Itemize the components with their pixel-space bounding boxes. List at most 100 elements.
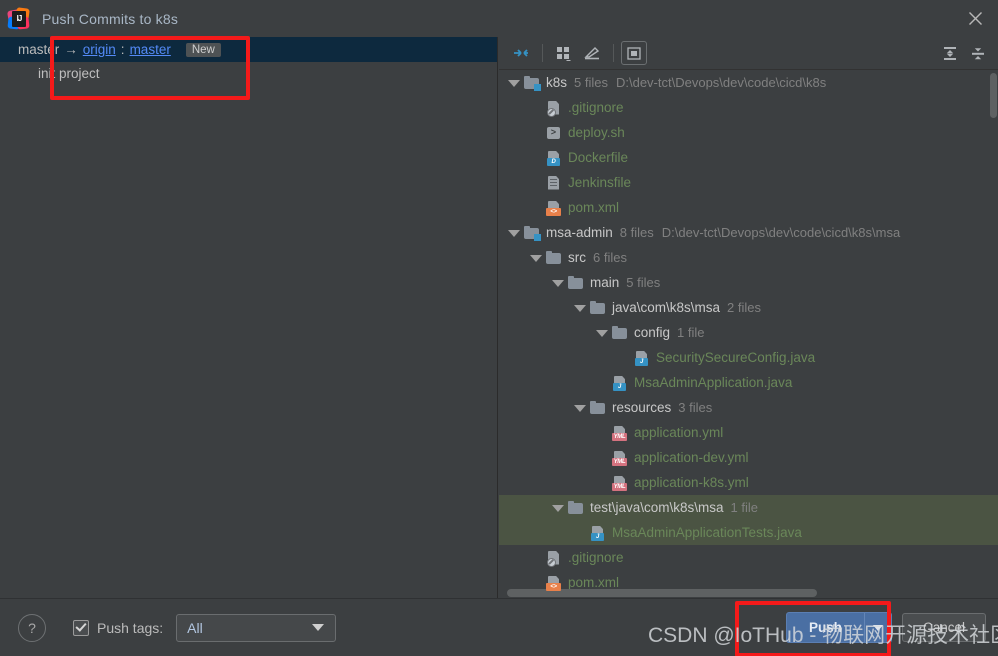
remote-branch-link[interactable]: master xyxy=(130,42,171,57)
tree-node-path: D:\dev-tct\Devops\dev\code\cicd\k8s xyxy=(615,75,827,90)
tree-folder-row[interactable]: test\java\com\k8s\msa 1 file xyxy=(499,495,998,520)
tree-folder-row[interactable]: k8s 5 files D:\dev-tct\Devops\dev\code\cic… xyxy=(499,70,998,95)
tree-node-name: Dockerfile xyxy=(568,150,629,165)
chevron-down-icon[interactable] xyxy=(507,76,520,89)
chevron-down-icon[interactable] xyxy=(507,226,520,239)
chevron-down-icon[interactable] xyxy=(529,251,542,264)
tree-node-name: application-k8s.yml xyxy=(634,475,749,490)
chevron-down-icon[interactable] xyxy=(551,276,564,289)
push-tags-select[interactable]: All xyxy=(176,613,337,642)
xml-file-icon: <> xyxy=(546,575,562,591)
toolbar-right-group xyxy=(936,40,992,66)
action-buttons: Push Cancel xyxy=(785,612,986,643)
module-folder-icon xyxy=(524,225,541,241)
push-button-dropdown[interactable] xyxy=(864,613,891,642)
tree-file-row[interactable]: .gitignore xyxy=(499,95,998,120)
commit-list-panel: master → origin : master New init projec… xyxy=(0,37,498,599)
chevron-down-icon[interactable] xyxy=(573,301,586,314)
horizontal-scrollbar[interactable] xyxy=(507,588,987,598)
tree-file-row[interactable]: .gitignore xyxy=(499,545,998,570)
expand-changes-icon[interactable] xyxy=(507,40,535,66)
new-badge: New xyxy=(185,42,221,57)
tree-node-name: application-dev.yml xyxy=(634,450,749,465)
group-by-icon[interactable] xyxy=(550,40,578,66)
tree-file-row[interactable]: Jenkinsfile xyxy=(499,170,998,195)
folder-icon xyxy=(612,325,628,341)
java-file-icon: J xyxy=(634,350,650,366)
tree-folder-row[interactable]: src 6 files xyxy=(499,245,998,270)
title-bar: IJ Push Commits to k8s xyxy=(0,0,998,37)
tree-node-name: test\java\com\k8s\msa xyxy=(590,500,724,515)
tree-node-name: k8s xyxy=(546,75,568,90)
tree-node-file-count: 5 files xyxy=(574,75,608,90)
tree-file-row[interactable]: J MsaAdminApplication.java xyxy=(499,370,998,395)
yml-file-icon: YML xyxy=(612,450,628,466)
cancel-button[interactable]: Cancel xyxy=(902,613,986,642)
folder-icon xyxy=(568,275,584,291)
help-button[interactable]: ? xyxy=(18,613,46,642)
yml-file-icon: YML xyxy=(612,425,628,441)
arrow-icon: → xyxy=(64,42,78,57)
commit-rows: init project xyxy=(0,62,497,85)
commit-row[interactable]: init project xyxy=(0,62,497,85)
remote-link[interactable]: origin xyxy=(83,42,116,57)
chevron-down-icon xyxy=(873,624,883,631)
preview-diff-icon[interactable] xyxy=(621,41,647,65)
tree-node-name: .gitignore xyxy=(568,100,624,115)
intellij-idea-icon: IJ xyxy=(6,6,30,30)
branch-selector-row[interactable]: master → origin : master New xyxy=(0,37,497,62)
chevron-down-icon xyxy=(312,624,325,631)
chevron-down-icon[interactable] xyxy=(551,501,564,514)
vertical-scrollbar-thumb[interactable] xyxy=(990,73,997,118)
dialog-footer: ? Push tags: All Push Cancel xyxy=(0,598,998,656)
tree-folder-row[interactable]: config 1 file xyxy=(499,320,998,345)
chevron-down-icon[interactable] xyxy=(595,326,608,339)
tree-file-row[interactable]: YML application-k8s.yml xyxy=(499,470,998,495)
tree-folder-row[interactable]: java\com\k8s\msa 2 files xyxy=(499,295,998,320)
jenkinsfile-icon xyxy=(546,175,562,191)
tree-node-name: SecuritySecureConfig.java xyxy=(656,350,816,365)
chevron-down-icon[interactable] xyxy=(573,401,586,414)
tree-node-name: config xyxy=(634,325,671,340)
collapse-all-icon[interactable] xyxy=(964,40,992,66)
module-folder-icon xyxy=(524,75,541,91)
tree-folder-row[interactable]: msa-admin 8 files D:\dev-tct\Devops\dev\co… xyxy=(499,220,998,245)
folder-icon xyxy=(590,300,606,316)
tree-file-row[interactable]: YML application.yml xyxy=(499,420,998,445)
tree-node-file-count: 5 files xyxy=(626,275,661,290)
tree-file-row[interactable]: D Dockerfile xyxy=(499,145,998,170)
gitignore-file-icon xyxy=(546,550,562,567)
tree-file-row[interactable]: J MsaAdminApplicationTests.java xyxy=(499,520,998,545)
tree-file-row[interactable]: YML application-dev.yml xyxy=(499,445,998,470)
push-button[interactable]: Push xyxy=(785,612,892,643)
tree-node-name: java\com\k8s\msa xyxy=(612,300,721,315)
toolbar-separator-1 xyxy=(542,44,543,62)
edit-icon[interactable] xyxy=(578,40,606,66)
push-tags-checkbox[interactable] xyxy=(73,619,89,636)
push-button-label[interactable]: Push xyxy=(787,613,864,642)
tree-file-row[interactable]: J SecuritySecureConfig.java xyxy=(499,345,998,370)
tree-folder-row[interactable]: main 5 files xyxy=(499,270,998,295)
vertical-scrollbar[interactable] xyxy=(989,71,998,599)
tree-file-row[interactable]: <> pom.xml xyxy=(499,195,998,220)
close-icon[interactable] xyxy=(952,0,998,37)
tree-node-file-count: 6 files xyxy=(593,250,627,265)
expand-all-icon[interactable] xyxy=(936,40,964,66)
push-tags-value: All xyxy=(187,619,203,636)
tree-file-row[interactable]: > deploy.sh xyxy=(499,120,998,145)
gitignore-file-icon xyxy=(546,100,562,117)
dockerfile-icon: D xyxy=(546,150,562,166)
java-file-icon: J xyxy=(612,375,628,391)
window-title: Push Commits to k8s xyxy=(42,10,179,27)
tree-node-name: src xyxy=(568,250,586,265)
tree-folder-row[interactable]: resources 3 files xyxy=(499,395,998,420)
